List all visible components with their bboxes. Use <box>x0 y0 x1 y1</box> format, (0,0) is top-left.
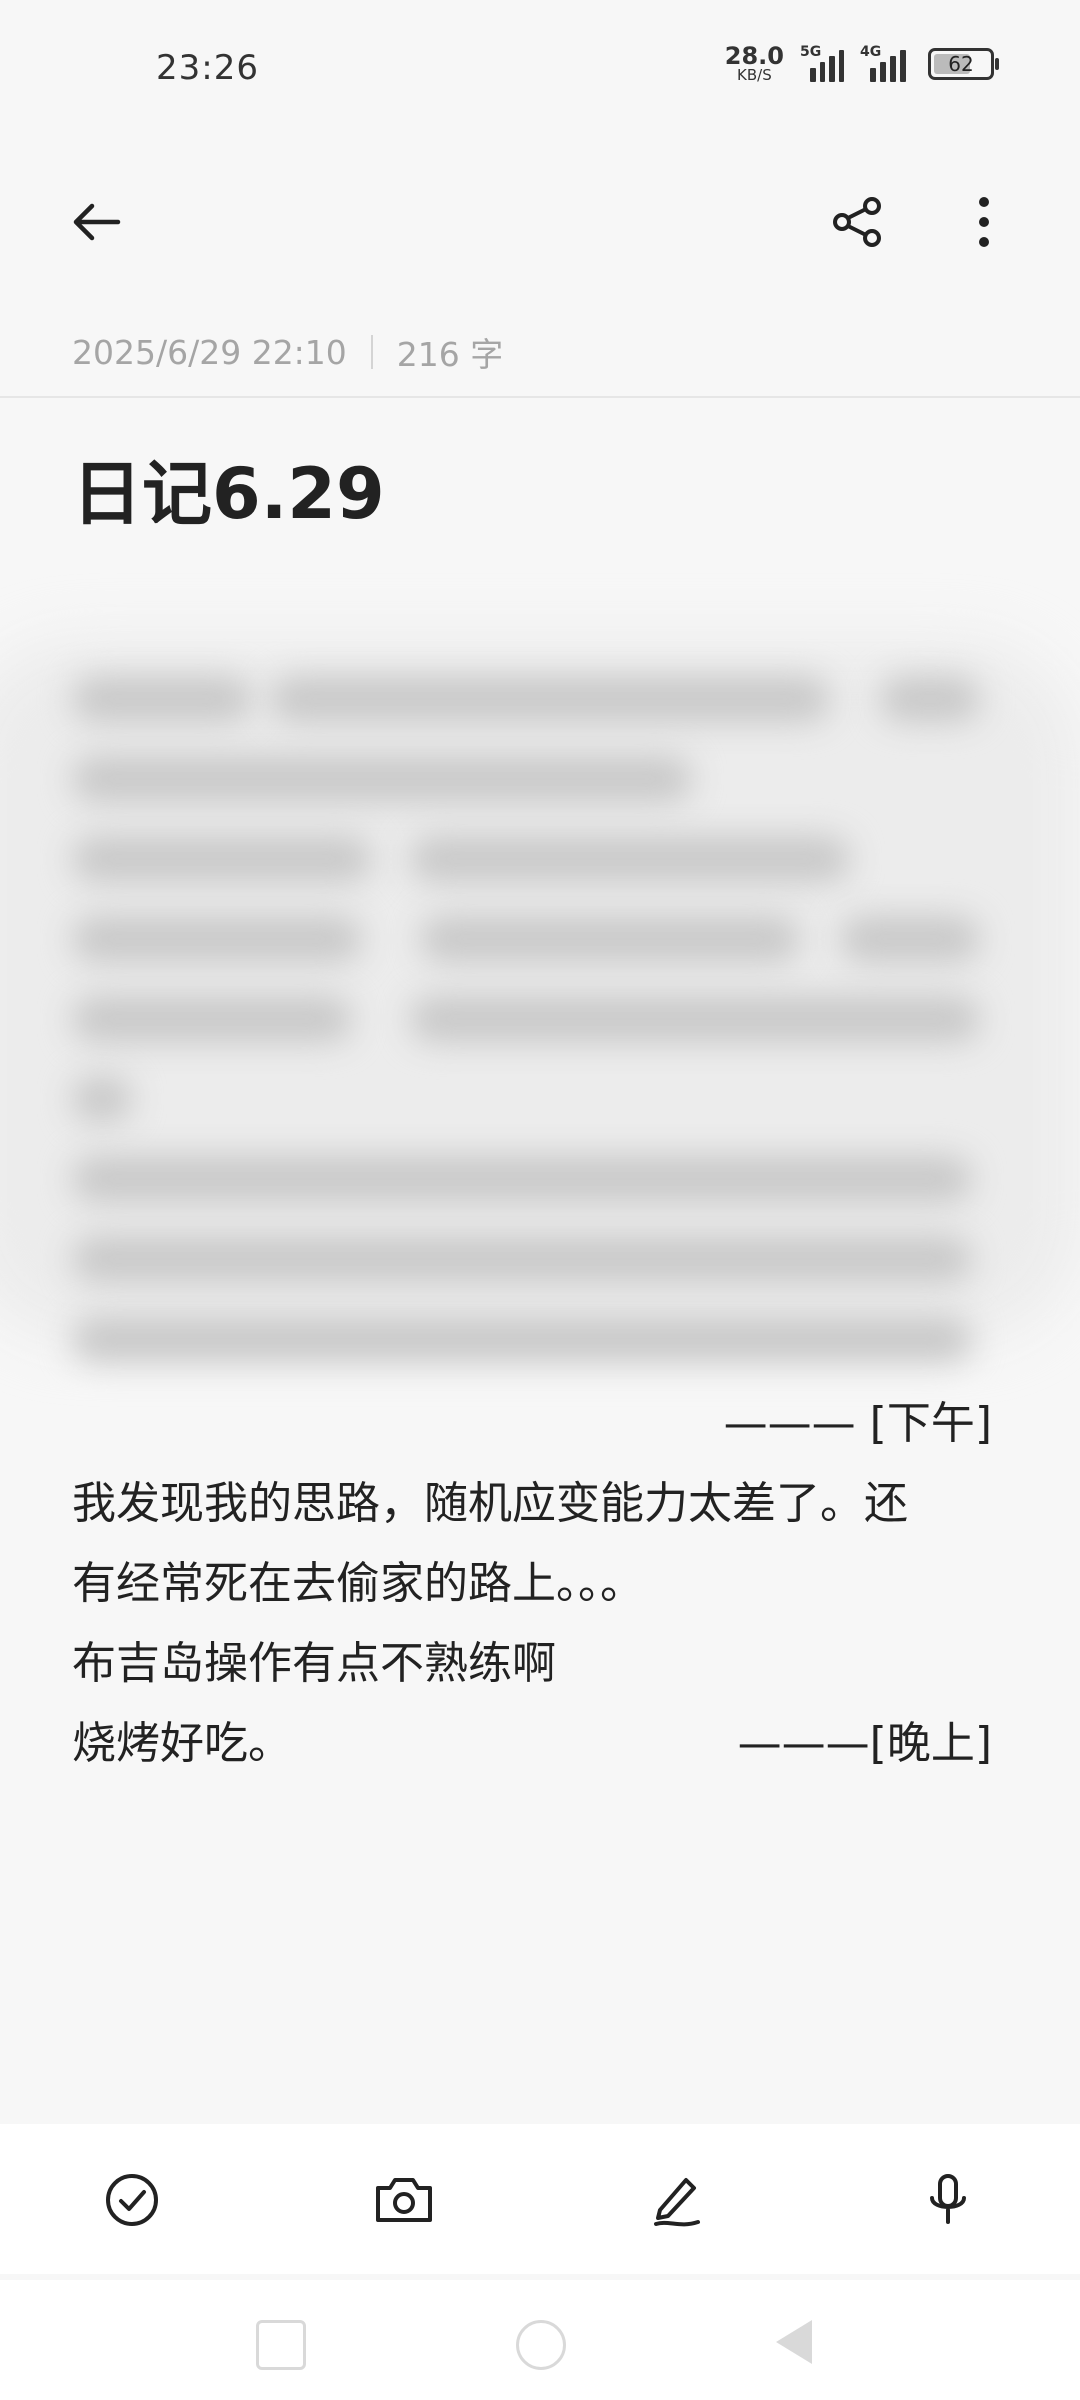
camera-icon <box>376 2178 432 2222</box>
redacted-line <box>72 1236 972 1282</box>
note-last-line: 烧烤好吃。 ———[晚上] <box>72 1704 992 1784</box>
back-arrow-icon <box>73 203 121 241</box>
redacted-line <box>72 996 352 1042</box>
bottom-edit-bar <box>0 2124 1080 2274</box>
redacted-line <box>840 916 980 962</box>
redacted-line <box>420 916 800 962</box>
redacted-line <box>72 676 252 722</box>
redacted-content <box>0 620 1080 1380</box>
note-line: 布吉岛操作有点不熟练啊 <box>72 1638 556 1689</box>
network-speed-value: 28.0 <box>724 42 784 70</box>
back-button[interactable] <box>56 182 136 262</box>
signal-5g-icon: 5G <box>800 43 844 82</box>
note-date: 2025/6/29 22:10 <box>72 332 347 372</box>
redacted-line <box>880 676 980 722</box>
signal-4g-label: 4G <box>860 43 882 60</box>
status-indicators: 28.0 KB/S 5G 4G 62 <box>725 43 999 83</box>
note-title[interactable]: 日记6.29 <box>72 438 385 539</box>
signal-5g-label: 5G <box>800 43 822 60</box>
handwriting-pen-icon <box>654 2178 700 2227</box>
handwriting-button[interactable] <box>636 2160 716 2240</box>
signal-4g-icon: 4G <box>860 43 910 82</box>
network-speed: 28.0 KB/S <box>725 44 784 83</box>
note-body[interactable]: ——— [下午] 我发现我的思路，随机应变能力太差了。还 有经常死在去偷家的路上… <box>72 1384 992 1784</box>
header-divider <box>0 396 1080 398</box>
share-icon <box>833 197 881 247</box>
note-toolbar <box>0 170 1080 280</box>
note-word-count: 216 字 <box>396 335 504 374</box>
note-line: 我发现我的思路，随机应变能力太差了。还 <box>72 1478 908 1529</box>
more-vertical-icon <box>979 197 989 247</box>
redacted-line <box>72 1156 972 1202</box>
battery-icon: 62 <box>928 47 999 80</box>
more-options-button[interactable] <box>944 182 1024 262</box>
note-line: 烧烤好吃。 <box>72 1718 292 1769</box>
evening-tag: ———[晚上] <box>737 1718 992 1769</box>
redacted-line <box>72 1316 972 1362</box>
redacted-background <box>0 640 1080 1340</box>
note-meta: 2025/6/29 22:10 216 字 <box>72 328 503 376</box>
battery-level: 62 <box>948 51 974 76</box>
checklist-icon <box>106 2174 158 2226</box>
redacted-line <box>72 916 362 962</box>
recent-apps-icon[interactable] <box>256 2320 306 2370</box>
status-time: 23:26 <box>156 48 259 88</box>
redacted-line <box>410 836 850 882</box>
share-button[interactable] <box>818 182 898 262</box>
note-line: 有经常死在去偷家的路上。。。 <box>72 1558 644 1609</box>
redacted-line <box>72 1076 132 1122</box>
status-bar: 23:26 28.0 KB/S 5G 4G 62 <box>0 0 1080 140</box>
voice-input-button[interactable] <box>908 2160 988 2240</box>
redacted-line <box>270 676 830 722</box>
redacted-line <box>72 836 372 882</box>
afternoon-tag: ——— [下午] <box>723 1398 992 1449</box>
back-nav-icon[interactable] <box>776 2320 812 2364</box>
checklist-button[interactable] <box>92 2160 172 2240</box>
system-navigation <box>0 2280 1080 2400</box>
home-icon[interactable] <box>516 2320 566 2370</box>
camera-button[interactable] <box>364 2160 444 2240</box>
redacted-line <box>72 756 692 802</box>
microphone-icon <box>930 2174 966 2224</box>
network-speed-unit: KB/S <box>737 66 772 84</box>
redacted-line <box>410 996 980 1042</box>
meta-separator <box>370 335 373 369</box>
